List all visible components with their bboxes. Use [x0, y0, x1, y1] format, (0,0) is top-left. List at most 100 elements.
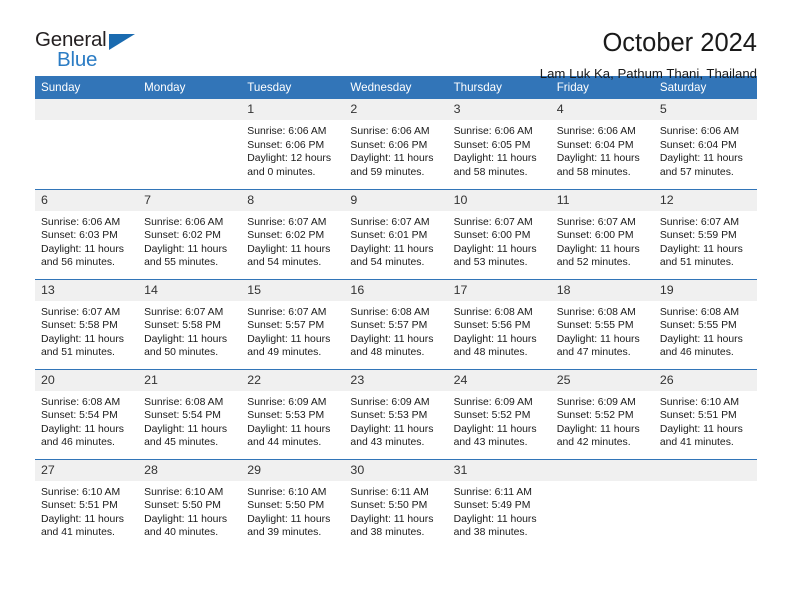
day-details: Sunrise: 6:10 AM Sunset: 5:50 PM Daylight:…: [241, 481, 344, 540]
day-cell[interactable]: 20 Sunrise: 6:08 AM Sunset: 5:54 PM Dayligh…: [35, 368, 139, 459]
sunset-text: Sunset: 5:54 PM: [41, 410, 118, 422]
day-cell-empty: [653, 458, 757, 549]
day-cell[interactable]: 10 Sunrise: 6:07 AM Sunset: 6:00 PM Dayligh…: [447, 188, 551, 279]
day-cell[interactable]: 28 Sunrise: 6:10 AM Sunset: 5:50 PM Dayligh…: [138, 458, 242, 549]
sunrise-text: Sunrise: 6:06 AM: [350, 126, 430, 137]
day-cell[interactable]: 31 Sunrise: 6:11 AM Sunset: 5:49 PM Dayligh…: [447, 458, 551, 549]
day-cell[interactable]: 4 Sunrise: 6:06 AM Sunset: 6:04 PM Daylight…: [550, 99, 654, 189]
day-cell[interactable]: 19 Sunrise: 6:08 AM Sunset: 5:55 PM Dayligh…: [653, 278, 757, 369]
sunrise-text: Sunrise: 6:10 AM: [144, 486, 224, 498]
day-details: Sunrise: 6:06 AM Sunset: 6:06 PM Daylight:…: [241, 120, 344, 179]
day-cell[interactable]: 1 Sunrise: 6:06 AM Sunset: 6:06 PM Daylight…: [241, 99, 345, 189]
day-number: 24: [447, 369, 551, 391]
sunset-text: Sunset: 6:00 PM: [556, 230, 634, 242]
day-number: 15: [241, 279, 345, 301]
day-number: 26: [653, 369, 757, 391]
day-number: 21: [138, 369, 242, 391]
day-cell[interactable]: 2 Sunrise: 6:06 AM Sunset: 6:06 PM Daylight…: [344, 99, 448, 189]
sunset-text: Sunset: 5:59 PM: [659, 230, 737, 242]
day-details: Sunrise: 6:06 AM Sunset: 6:02 PM Daylight:…: [138, 211, 241, 270]
day-number: 8: [241, 189, 345, 211]
day-cell-empty: [550, 458, 654, 549]
calendar-week-row: 1 Sunrise: 6:06 AM Sunset: 6:06 PM Daylight…: [35, 99, 757, 189]
day-cell[interactable]: 9 Sunrise: 6:07 AM Sunset: 6:01 PM Daylight…: [344, 188, 448, 279]
sunset-text: Sunset: 6:06 PM: [350, 139, 428, 151]
daylight-text: Daylight: 11 hours and 58 minutes.: [556, 153, 640, 178]
sunrise-text: Sunrise: 6:10 AM: [659, 396, 739, 408]
day-details: Sunrise: 6:08 AM Sunset: 5:57 PM Daylight:…: [344, 301, 447, 360]
day-cell[interactable]: 26 Sunrise: 6:10 AM Sunset: 5:51 PM Dayligh…: [653, 368, 757, 459]
day-cell[interactable]: 27 Sunrise: 6:10 AM Sunset: 5:51 PM Dayligh…: [35, 458, 139, 549]
day-cell[interactable]: 18 Sunrise: 6:08 AM Sunset: 5:55 PM Dayligh…: [550, 278, 654, 369]
daylight-text: Daylight: 11 hours and 38 minutes.: [453, 513, 537, 539]
day-cell-empty: [35, 99, 139, 189]
day-cell[interactable]: 16 Sunrise: 6:08 AM Sunset: 5:57 PM Dayligh…: [344, 278, 448, 369]
calendar-page: General Blue October 2024 Lam Luk Ka, Pa…: [0, 0, 792, 612]
calendar-week-row: 6 Sunrise: 6:06 AM Sunset: 6:03 PM Daylight…: [35, 188, 757, 279]
day-number: 28: [138, 459, 242, 481]
daylight-text: Daylight: 11 hours and 51 minutes.: [659, 243, 743, 269]
day-number: 29: [241, 459, 345, 481]
sunrise-text: Sunrise: 6:09 AM: [453, 396, 533, 408]
day-cell[interactable]: 14 Sunrise: 6:07 AM Sunset: 5:58 PM Dayligh…: [138, 278, 242, 369]
day-cell[interactable]: 13 Sunrise: 6:07 AM Sunset: 5:58 PM Dayligh…: [35, 278, 139, 369]
day-number: 11: [550, 189, 654, 211]
day-cell[interactable]: 17 Sunrise: 6:08 AM Sunset: 5:56 PM Dayligh…: [447, 278, 551, 369]
day-cell[interactable]: 24 Sunrise: 6:09 AM Sunset: 5:52 PM Dayligh…: [447, 368, 551, 459]
day-cell[interactable]: 11 Sunrise: 6:07 AM Sunset: 6:00 PM Dayligh…: [550, 188, 654, 279]
sunset-text: Sunset: 6:01 PM: [350, 230, 428, 242]
day-cell[interactable]: 5 Sunrise: 6:06 AM Sunset: 6:04 PM Daylight…: [653, 99, 757, 189]
day-cell[interactable]: 3 Sunrise: 6:06 AM Sunset: 6:05 PM Daylight…: [447, 99, 551, 189]
day-number: 2: [344, 99, 448, 120]
sunrise-text: Sunrise: 6:07 AM: [556, 216, 636, 228]
daylight-text: Daylight: 11 hours and 39 minutes.: [247, 513, 331, 539]
daylight-text: Daylight: 11 hours and 59 minutes.: [350, 153, 434, 178]
day-cell[interactable]: 7 Sunrise: 6:06 AM Sunset: 6:02 PM Daylight…: [138, 188, 242, 279]
day-details: Sunrise: 6:07 AM Sunset: 6:02 PM Daylight:…: [241, 211, 344, 270]
sunrise-text: Sunrise: 6:08 AM: [41, 396, 121, 408]
daylight-text: Daylight: 11 hours and 58 minutes.: [453, 153, 537, 178]
daylight-text: Daylight: 11 hours and 48 minutes.: [453, 333, 537, 359]
sunrise-text: Sunrise: 6:08 AM: [350, 306, 430, 318]
daylight-text: Daylight: 11 hours and 40 minutes.: [144, 513, 228, 539]
sunrise-text: Sunrise: 6:08 AM: [556, 306, 636, 318]
weekday-header-monday: Monday: [138, 76, 242, 99]
day-number: 18: [550, 279, 654, 301]
day-details: Sunrise: 6:10 AM Sunset: 5:50 PM Daylight:…: [138, 481, 241, 540]
daylight-text: Daylight: 11 hours and 41 minutes.: [659, 423, 743, 449]
day-details: Sunrise: 6:09 AM Sunset: 5:53 PM Daylight:…: [241, 391, 344, 450]
sunset-text: Sunset: 5:52 PM: [453, 410, 531, 422]
day-number: 14: [138, 279, 242, 301]
day-cell[interactable]: 25 Sunrise: 6:09 AM Sunset: 5:52 PM Dayligh…: [550, 368, 654, 459]
day-cell[interactable]: 6 Sunrise: 6:06 AM Sunset: 6:03 PM Daylight…: [35, 188, 139, 279]
day-number: 1: [241, 99, 345, 120]
calendar-table: Sunday Monday Tuesday Wednesday Thursday…: [35, 76, 757, 549]
day-cell[interactable]: 12 Sunrise: 6:07 AM Sunset: 5:59 PM Dayligh…: [653, 188, 757, 279]
daylight-text: Daylight: 11 hours and 42 minutes.: [556, 423, 640, 449]
day-number: 4: [550, 99, 654, 120]
day-cell[interactable]: 15 Sunrise: 6:07 AM Sunset: 5:57 PM Dayligh…: [241, 278, 345, 369]
day-details: Sunrise: 6:09 AM Sunset: 5:52 PM Daylight:…: [448, 391, 551, 450]
calendar-week-row: 13 Sunrise: 6:07 AM Sunset: 5:58 PM Dayligh…: [35, 278, 757, 369]
day-number: 23: [344, 369, 448, 391]
day-cell[interactable]: 29 Sunrise: 6:10 AM Sunset: 5:50 PM Dayligh…: [241, 458, 345, 549]
day-cell[interactable]: 22 Sunrise: 6:09 AM Sunset: 5:53 PM Dayligh…: [241, 368, 345, 459]
day-details: Sunrise: 6:06 AM Sunset: 6:03 PM Daylight:…: [35, 211, 138, 270]
day-number: 27: [35, 459, 139, 481]
daylight-text: Daylight: 11 hours and 54 minutes.: [350, 243, 434, 269]
day-cell[interactable]: 21 Sunrise: 6:08 AM Sunset: 5:54 PM Dayligh…: [138, 368, 242, 459]
day-details: Sunrise: 6:06 AM Sunset: 6:05 PM Daylight:…: [448, 120, 551, 179]
daylight-text: Daylight: 11 hours and 41 minutes.: [41, 513, 124, 539]
sunrise-text: Sunrise: 6:07 AM: [453, 216, 533, 228]
day-cell[interactable]: 8 Sunrise: 6:07 AM Sunset: 6:02 PM Daylight…: [241, 188, 345, 279]
daylight-text: Daylight: 11 hours and 51 minutes.: [41, 333, 124, 359]
sunset-text: Sunset: 5:54 PM: [144, 410, 221, 422]
weekday-header-wednesday: Wednesday: [344, 76, 448, 99]
day-details: Sunrise: 6:09 AM Sunset: 5:53 PM Daylight:…: [344, 391, 447, 450]
day-details: Sunrise: 6:09 AM Sunset: 5:52 PM Daylight:…: [551, 391, 654, 450]
brand-logo[interactable]: General Blue: [35, 28, 145, 76]
daylight-text: Daylight: 11 hours and 54 minutes.: [247, 243, 331, 269]
day-cell[interactable]: 30 Sunrise: 6:11 AM Sunset: 5:50 PM Dayligh…: [344, 458, 448, 549]
day-number: 10: [447, 189, 551, 211]
day-cell[interactable]: 23 Sunrise: 6:09 AM Sunset: 5:53 PM Dayligh…: [344, 368, 448, 459]
